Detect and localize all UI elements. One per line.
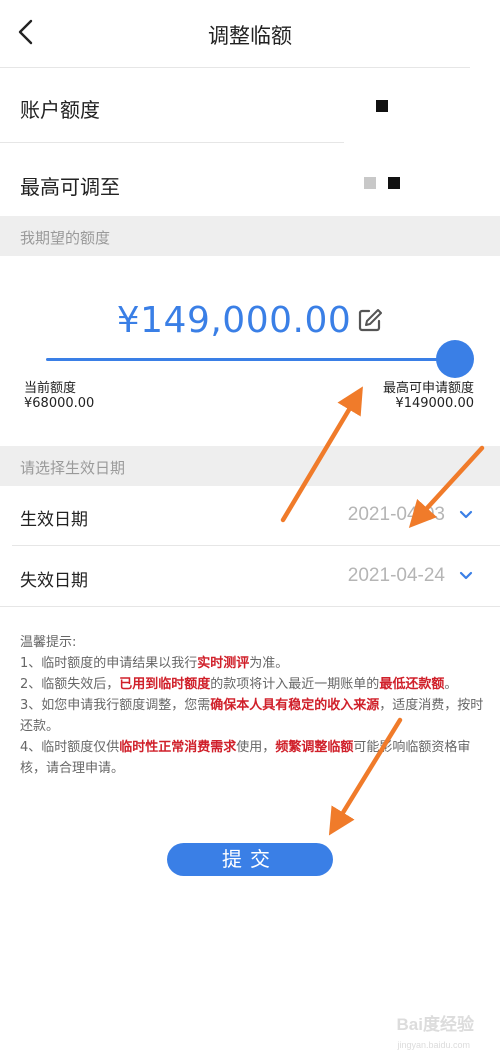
edit-icon[interactable] (357, 307, 383, 333)
effective-date-label: 生效日期 (20, 510, 88, 530)
expire-date-value[interactable]: 2021-04-24 (348, 565, 445, 587)
effective-date-value[interactable]: 2021-04-03 (348, 504, 445, 526)
desired-limit-section: 我期望的额度 (0, 216, 500, 256)
section-label: 请选择生效日期 (20, 459, 126, 477)
top-bar: 调整临额 (0, 0, 500, 68)
tip-4: 4、临时额度仅供临时性正常消费需求使用，频繁调整临额可能影响临额资格审核，请合理… (20, 740, 471, 776)
tip-2: 2、临额失效后，已用到临时额度的款项将计入最近一期账单的最低还款额。 (20, 677, 458, 692)
slider-max-value: ¥149000.00 (395, 396, 474, 411)
date-section: 请选择生效日期 (0, 446, 500, 486)
watermark-logo: Bai度经验 (396, 1015, 474, 1034)
page-title: 调整临额 (208, 24, 292, 48)
expire-date-label: 失效日期 (20, 571, 88, 591)
section-label: 我期望的额度 (20, 229, 111, 247)
tips-block: 温馨提示: 1、临时额度的申请结果以我行实时测评为准。 2、临额失效后，已用到临… (20, 632, 486, 779)
masked-value (388, 177, 400, 189)
effective-date-row[interactable]: 生效日期 2021-04-03 (0, 486, 500, 545)
account-limit-row: 账户额度 (0, 68, 500, 142)
chevron-down-icon[interactable] (459, 571, 473, 581)
max-adjust-label: 最高可调至 (20, 175, 120, 199)
account-limit-label: 账户额度 (20, 98, 100, 122)
amount-value: ¥149,000.00 (116, 299, 352, 341)
submit-button[interactable]: 提交 (167, 843, 333, 876)
chevron-down-icon[interactable] (459, 510, 473, 520)
slider-min-label: 当前额度 (24, 381, 77, 396)
slider-min-value: ¥68000.00 (24, 396, 95, 411)
masked-value (376, 100, 388, 112)
row-divider (0, 606, 500, 607)
tip-3: 3、如您申请我行额度调整，您需确保本人具有稳定的收入来源，适度消费，按时还款。 (20, 698, 484, 734)
amount-display: ¥149,000.00 (0, 298, 500, 341)
limit-slider-track[interactable] (46, 358, 454, 361)
max-adjust-row: 最高可调至 (0, 143, 500, 216)
tips-title: 温馨提示: (20, 635, 77, 650)
tip-1: 1、临时额度的申请结果以我行实时测评为准。 (20, 656, 289, 671)
limit-slider-thumb[interactable] (436, 340, 474, 378)
expire-date-row[interactable]: 失效日期 2021-04-24 (0, 546, 500, 606)
slider-max-label: 最高可申请额度 (382, 381, 474, 396)
masked-value-light (364, 177, 376, 189)
watermark-url: jingyan.baidu.com (397, 1040, 470, 1050)
